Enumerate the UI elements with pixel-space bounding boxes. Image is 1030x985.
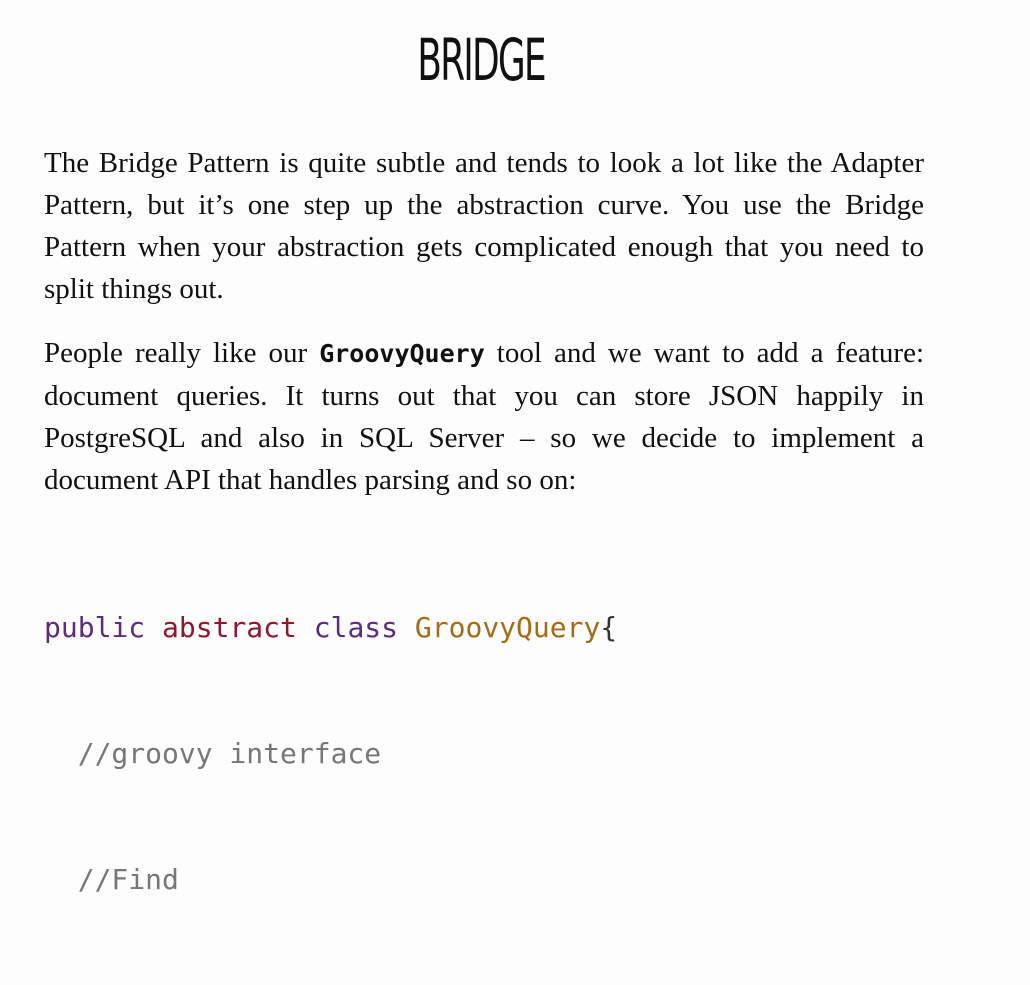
page-title: BRIDGE xyxy=(417,26,546,94)
code-block: public abstract class GroovyQuery{ //gro… xyxy=(44,523,924,985)
code-line-2-comment: //groovy interface xyxy=(44,737,382,770)
article: BRIDGE The Bridge Pattern is quite subtl… xyxy=(44,0,924,985)
code-class-name: GroovyQuery xyxy=(414,611,601,644)
code-keyword-abstract: abstract xyxy=(162,611,297,644)
code-keyword-class: class xyxy=(313,611,399,644)
paragraph-text-before: People really like our xyxy=(44,337,320,369)
code-brace: { xyxy=(600,611,618,644)
inline-code-groovyquery: GroovyQuery xyxy=(319,339,485,368)
paragraph-intro: The Bridge Pattern is quite subtle and t… xyxy=(44,147,924,305)
code-line-1: public abstract class GroovyQuery{ xyxy=(44,607,924,649)
code-keyword-public: public xyxy=(44,611,146,644)
code-line-3-comment: //Find xyxy=(44,863,179,896)
paragraph-groovyquery: People really like our GroovyQuery tool … xyxy=(44,332,924,501)
